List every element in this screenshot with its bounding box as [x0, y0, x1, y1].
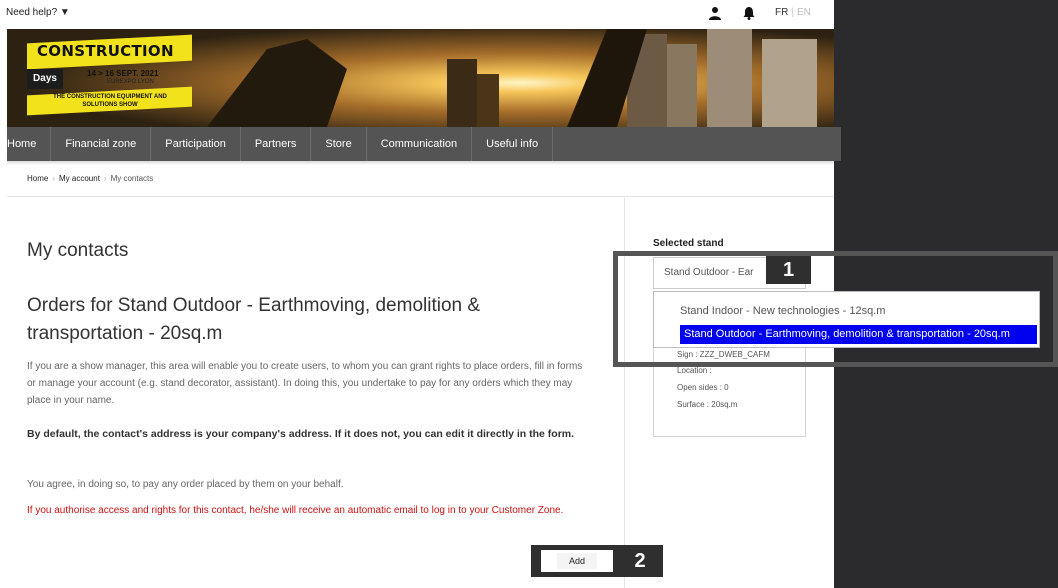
logo-subtitle: THE CONSTRUCTION EQUIPMENT AND SOLUTIONS… — [53, 94, 167, 108]
selected-stand-label: Selected stand — [653, 238, 724, 249]
annotation-badge-1: 1 — [766, 256, 811, 284]
breadcrumb-separator: › — [103, 174, 107, 183]
nav-shadow — [7, 161, 834, 165]
access-warning: If you authorise access and rights for t… — [27, 505, 564, 516]
stand-surface: Surface : 20sq.m — [677, 400, 738, 409]
bell-icon[interactable] — [742, 6, 756, 20]
nav-useful-info[interactable]: Useful info — [472, 127, 554, 161]
breadcrumb-separator: › — [52, 174, 56, 183]
breadcrumb-account[interactable]: My account — [59, 174, 100, 183]
need-help-menu[interactable]: Need help? ▼ — [6, 7, 70, 18]
lang-en-link[interactable]: EN — [797, 7, 811, 18]
top-bar: Need help? ▼ FR | EN — [0, 0, 834, 29]
annotation-badge-2: 2 — [625, 548, 655, 574]
logo-dates: 14 > 16 SEPT. 2021 — [87, 69, 159, 78]
orders-heading: Orders for Stand Outdoor - Earthmoving, … — [27, 295, 481, 344]
nav-participation[interactable]: Participation — [151, 127, 241, 161]
nav-financial-zone[interactable]: Financial zone — [51, 127, 152, 161]
nav-home[interactable]: Home — [7, 127, 52, 161]
logo-days: Days — [27, 69, 63, 89]
agreement-text: You agree, in doing so, to pay any order… — [27, 479, 344, 490]
logo-title: CONSTRUCTION — [37, 42, 174, 60]
breadcrumb-current: My contacts — [110, 174, 154, 183]
page-title: My contacts — [27, 240, 129, 261]
content-divider — [7, 196, 834, 197]
header-banner: CONSTRUCTION Days 14 > 16 SEPT. 2021 EUR… — [7, 29, 834, 127]
user-icon[interactable] — [708, 6, 722, 20]
lang-separator: | — [791, 7, 794, 18]
add-button-label: Add — [568, 556, 585, 566]
top-icons — [708, 6, 756, 20]
breadcrumb: Home › My account › My contacts — [27, 174, 153, 183]
lang-fr-link[interactable]: FR — [775, 7, 788, 18]
main-content: My contacts Orders for Stand Outdoor - E… — [27, 240, 597, 516]
logo-venue: EUREXPO LYON — [107, 79, 154, 85]
stand-location: Location : — [677, 366, 712, 375]
stand-open-sides: Open sides : 0 — [677, 383, 729, 392]
show-logo: CONSTRUCTION Days 14 > 16 SEPT. 2021 EUR… — [27, 34, 192, 121]
intro-text: If you are a show manager, this area wil… — [27, 361, 583, 406]
nav-store[interactable]: Store — [311, 127, 367, 161]
breadcrumb-home[interactable]: Home — [27, 174, 48, 183]
nav-communication[interactable]: Communication — [367, 127, 473, 161]
nav-partners[interactable]: Partners — [241, 127, 312, 161]
annotation-frame-1 — [613, 251, 1058, 367]
main-nav: Home Financial zone Participation Partne… — [7, 127, 841, 161]
add-contact-button[interactable]: Add — [541, 550, 613, 572]
address-note: By default, the contact's address is you… — [27, 428, 575, 440]
language-switcher: FR | EN — [775, 7, 811, 18]
